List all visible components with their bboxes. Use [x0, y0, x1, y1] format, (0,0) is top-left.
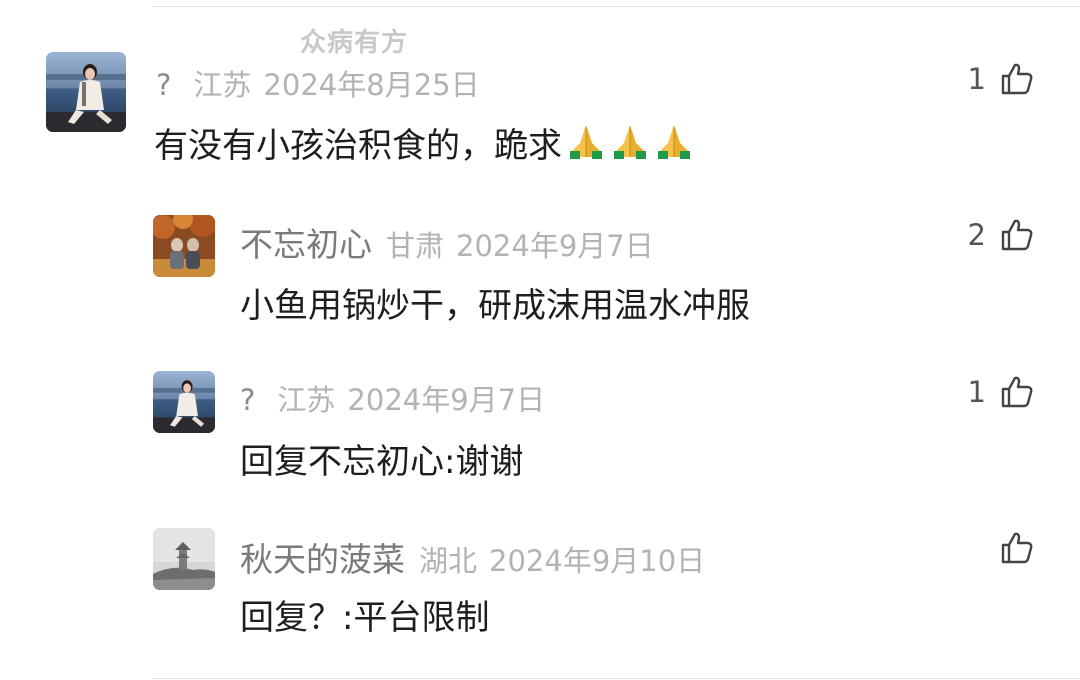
bottom-divider — [152, 678, 1080, 679]
thumbs-up-icon — [1001, 219, 1033, 251]
thumbs-up-icon — [1001, 63, 1033, 95]
like-button[interactable] — [986, 531, 1034, 565]
like-button[interactable]: 1 — [968, 375, 1034, 409]
like-button[interactable]: 2 — [968, 218, 1034, 252]
praying-hands-icon — [654, 121, 694, 170]
reply-date: 2024年9月10日 — [489, 544, 706, 578]
reply-username[interactable]: 秋天的菠菜 — [240, 533, 405, 581]
avatar[interactable] — [153, 528, 215, 590]
like-count: 2 — [967, 218, 986, 252]
reply-date: 2024年9月7日 — [456, 229, 654, 263]
watermark: 众病有方 — [300, 28, 409, 58]
avatar-photo-woman-icon — [153, 371, 215, 433]
thumbs-up-icon — [1001, 376, 1033, 408]
comment-text-content: 有没有小孩治积食的，跪求 — [154, 126, 562, 166]
avatar-photo-woman-icon — [46, 52, 126, 132]
like-count: 1 — [967, 62, 986, 96]
comment-username[interactable]: ? — [156, 68, 171, 102]
avatar-photo-autumn-icon — [153, 215, 215, 277]
reply-region: 江苏 — [277, 383, 336, 417]
reply-meta: ? 江苏 2024年9月7日 — [240, 377, 545, 419]
avatar-photo-pagoda-icon — [153, 528, 215, 590]
reply-region: 甘肃 — [386, 229, 445, 263]
reply-text: 回复？:平台限制 — [240, 598, 490, 638]
reply-region: 湖北 — [419, 544, 478, 578]
praying-hands-icon — [566, 121, 606, 170]
reply-username[interactable]: 不忘初心 — [240, 218, 372, 266]
praying-hands-icon — [610, 121, 650, 170]
like-button[interactable]: 1 — [968, 62, 1034, 96]
avatar[interactable] — [153, 215, 215, 277]
thumbs-up-icon — [1001, 532, 1033, 564]
comment-text: 有没有小孩治积食的，跪求 — [154, 118, 694, 170]
reply-date: 2024年9月7日 — [347, 383, 546, 417]
comment-date: 2024年8月25日 — [263, 68, 480, 102]
top-divider — [152, 6, 1080, 7]
like-count: 1 — [967, 375, 986, 409]
avatar[interactable] — [153, 371, 215, 433]
avatar[interactable] — [46, 52, 126, 132]
reply-meta: 秋天的菠菜 湖北 2024年9月10日 — [240, 533, 705, 581]
reply-username[interactable]: ? — [240, 383, 255, 417]
comment-region: 江苏 — [193, 68, 252, 102]
comment-meta: ? 江苏 2024年8月25日 — [156, 62, 480, 104]
reply-text: 回复不忘初心:谢谢 — [240, 442, 524, 482]
reply-meta: 不忘初心 甘肃 2024年9月7日 — [240, 218, 654, 266]
reply-text: 小鱼用锅炒干，研成沫用温水冲服 — [240, 286, 750, 326]
